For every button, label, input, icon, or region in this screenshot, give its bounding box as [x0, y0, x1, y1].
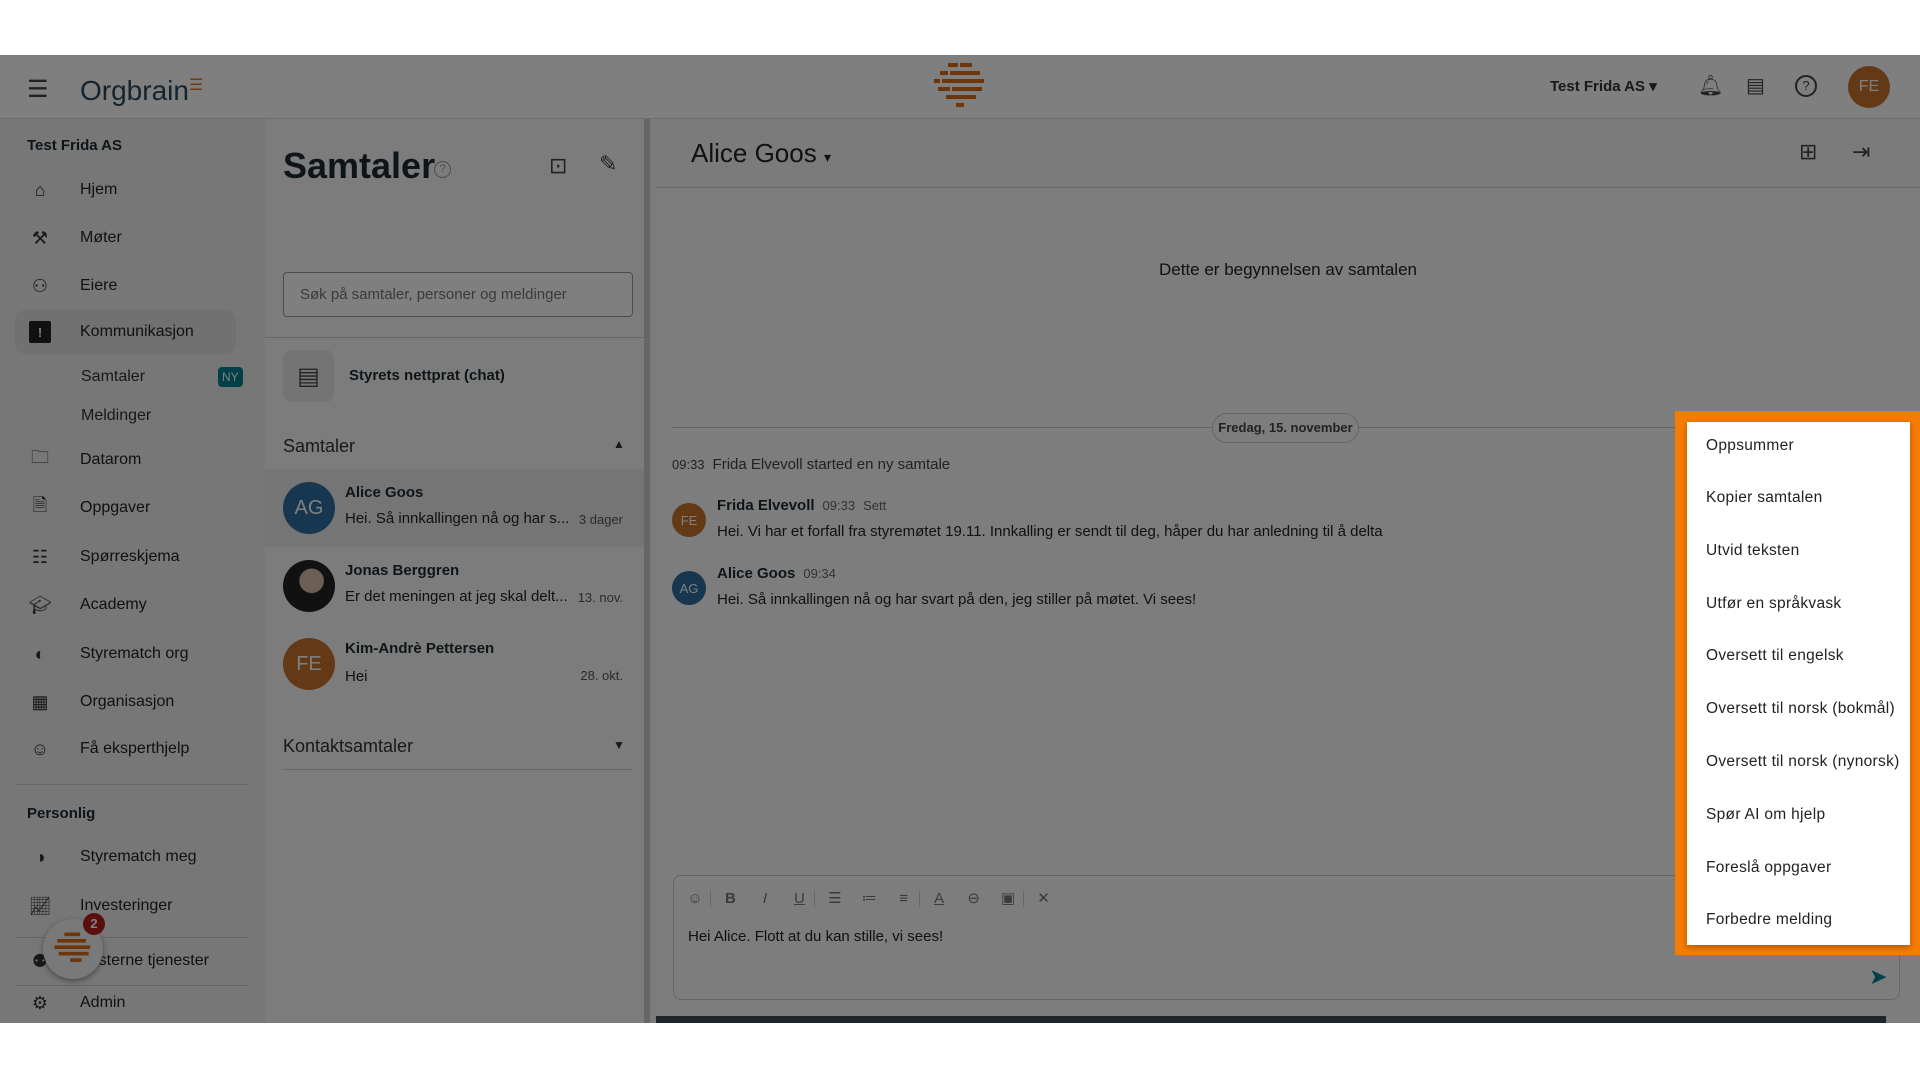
- menu-item-oversett-engelsk[interactable]: Oversett til engelsk: [1706, 647, 1844, 665]
- modal-backdrop[interactable]: [0, 55, 1920, 1023]
- menu-item-utvid-teksten[interactable]: Utvid teksten: [1706, 542, 1800, 560]
- menu-item-oversett-bokmal[interactable]: Oversett til norsk (bokmål): [1706, 700, 1895, 718]
- menu-item-spor-ai[interactable]: Spør AI om hjelp: [1706, 806, 1825, 824]
- menu-item-oversett-nynorsk[interactable]: Oversett til norsk (nynorsk): [1706, 753, 1900, 771]
- menu-item-kopier-samtalen[interactable]: Kopier samtalen: [1706, 489, 1823, 507]
- menu-item-foresla-oppgaver[interactable]: Foreslå oppgaver: [1706, 859, 1831, 877]
- menu-item-forbedre-melding[interactable]: Forbedre melding: [1706, 911, 1832, 929]
- menu-item-oppsummer[interactable]: Oppsummer: [1706, 437, 1794, 455]
- ai-actions-menu: Oppsummer Kopier samtalen Utvid teksten …: [1675, 411, 1920, 955]
- menu-item-sprakvask[interactable]: Utfør en språkvask: [1706, 595, 1841, 613]
